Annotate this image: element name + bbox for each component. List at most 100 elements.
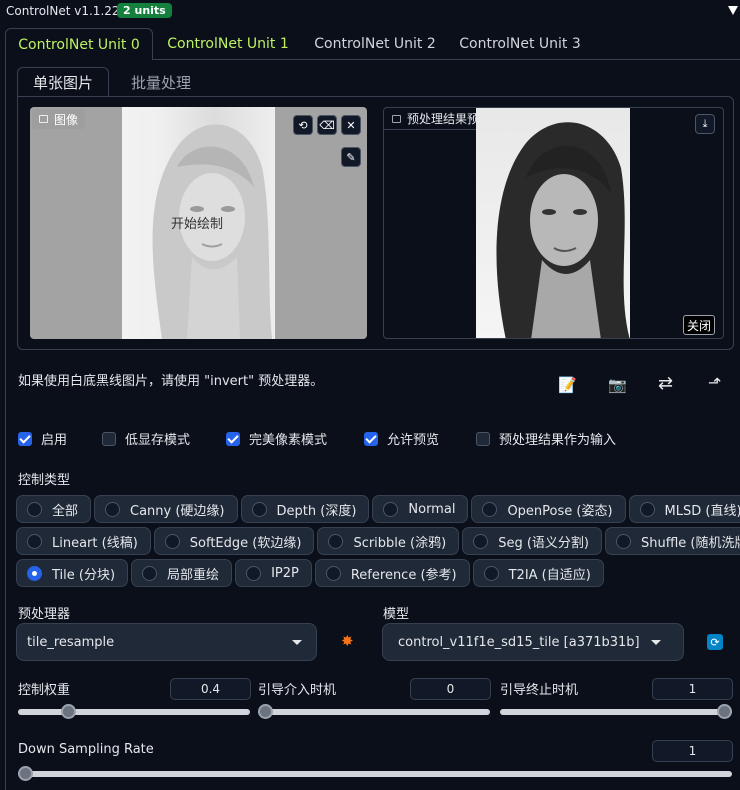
pixel-perfect-checkbox[interactable]	[226, 431, 240, 446]
checkbox-lowvram[interactable]: 低显存模式	[102, 429, 190, 448]
radio-mlsd[interactable]: MLSD (直线)	[628, 495, 740, 523]
weight-value[interactable]: 0.4	[170, 678, 251, 700]
weight-slider-thumb[interactable]	[61, 704, 76, 719]
refresh-icon[interactable]: ⟳	[707, 634, 723, 650]
radio-canny[interactable]: Canny (硬边缘)	[94, 495, 238, 523]
radio-dot	[325, 565, 341, 581]
radio-label: Reference (参考)	[350, 567, 457, 583]
units-badge: 2 units	[117, 3, 172, 18]
radio-label: Depth (深度)	[276, 503, 357, 519]
radio-dot	[164, 533, 180, 549]
preprocessor-value: tile_resample	[27, 634, 115, 650]
start-slider[interactable]	[258, 704, 490, 719]
end-slider[interactable]	[500, 704, 732, 719]
eraser-icon[interactable]: ⌫	[317, 115, 337, 135]
tab-unit-0[interactable]: ControlNet Unit 0	[5, 28, 153, 60]
preprocessor-select[interactable]: tile_resample	[16, 623, 317, 661]
radio-dot	[142, 565, 158, 581]
radio-inpaint[interactable]: 局部重绘	[131, 559, 233, 587]
download-icon[interactable]: ⤓	[695, 114, 715, 134]
end-value[interactable]: 1	[652, 678, 733, 700]
invert-hint: 如果使用白底黑线图片，请使用 "invert" 预处理器。	[18, 374, 324, 389]
notepad-icon[interactable]: 📝	[558, 376, 577, 394]
tab-unit-1-label: ControlNet Unit 1	[167, 36, 289, 52]
radio-dot	[27, 533, 42, 549]
radio-label: Scribble (涂鸦)	[353, 535, 447, 551]
start-slider-thumb[interactable]	[258, 704, 273, 719]
radio-all[interactable]: 全部	[16, 495, 92, 523]
preview-close-button[interactable]: 关闭	[683, 315, 716, 335]
input-label: 图像	[54, 112, 79, 127]
send-icon[interactable]: ⬏	[708, 373, 721, 392]
tab-unit-3[interactable]: ControlNet Unit 3	[450, 28, 590, 60]
radio-dot	[483, 565, 499, 581]
radio-ip2p[interactable]: IP2P	[235, 559, 312, 587]
radio-label: T2IA (自适应)	[508, 567, 591, 583]
header: ControlNet v1.1.224 2 units	[0, 0, 740, 26]
checkbox-enable[interactable]: 启用	[18, 429, 67, 448]
allow-preview-checkbox[interactable]	[364, 431, 378, 446]
radio-label: Normal	[408, 501, 456, 517]
tab-batch[interactable]: 批量处理	[116, 67, 206, 97]
radio-softedge[interactable]: SoftEdge (软边缘)	[153, 527, 315, 555]
radio-label: Seg (语义分割)	[498, 535, 589, 551]
close-icon[interactable]: ✕	[341, 115, 361, 135]
radio-dot	[251, 501, 267, 517]
preview-photo	[476, 108, 630, 338]
end-label: 引导终止时机	[500, 683, 579, 698]
enable-checkbox[interactable]	[18, 431, 32, 446]
end-slider-thumb[interactable]	[717, 704, 732, 719]
control-type-group: 全部 Canny (硬边缘) Depth (深度) Normal OpenPos…	[16, 495, 740, 591]
preview-as-input-label: 预处理结果作为输入	[499, 433, 617, 448]
portrait-photo	[496, 122, 630, 338]
preprocessor-label: 预处理器	[18, 607, 71, 622]
brush-icon[interactable]: ✎	[341, 147, 361, 167]
start-drawing-text: 开始绘制	[171, 217, 224, 232]
radio-dot	[615, 533, 631, 549]
tab-unit-1[interactable]: ControlNet Unit 1	[158, 28, 298, 60]
chevron-down-icon	[651, 639, 661, 645]
input-image-panel[interactable]: 图像 开始绘制 ⟲ ⌫ ✕ ✎	[30, 107, 367, 339]
undo-icon[interactable]: ⟲	[293, 115, 313, 135]
camera-icon[interactable]: 📷	[608, 376, 627, 394]
radio-dot	[246, 565, 262, 581]
swap-icon[interactable]: ⇄	[658, 373, 673, 394]
radio-reference[interactable]: Reference (参考)	[314, 559, 470, 587]
downsample-label: Down Sampling Rate	[18, 742, 154, 757]
radio-tile[interactable]: Tile (分块)	[16, 559, 129, 587]
downsample-slider-thumb[interactable]	[18, 766, 33, 781]
model-select[interactable]: control_v11f1e_sd15_tile [a371b31b]	[382, 623, 684, 661]
lowvram-checkbox[interactable]	[102, 431, 116, 446]
radio-seg[interactable]: Seg (语义分割)	[462, 527, 602, 555]
chevron-down-icon	[292, 639, 302, 645]
downsample-value[interactable]: 1	[652, 740, 733, 762]
radio-label: Lineart (线稿)	[52, 535, 138, 551]
radio-lineart[interactable]: Lineart (线稿)	[16, 527, 151, 555]
radio-openpose[interactable]: OpenPose (姿态)	[471, 495, 626, 523]
tab-unit-2[interactable]: ControlNet Unit 2	[305, 28, 445, 60]
radio-t2ia[interactable]: T2IA (自适应)	[472, 559, 604, 587]
tab-batch-label: 批量处理	[130, 73, 191, 92]
radio-label: OpenPose (姿态)	[507, 503, 613, 519]
radio-label: Canny (硬边缘)	[130, 503, 225, 519]
weight-slider[interactable]	[18, 704, 250, 719]
collapse-triangle-icon[interactable]	[728, 6, 738, 15]
radio-dot	[482, 501, 498, 517]
radio-normal[interactable]: Normal	[372, 495, 469, 523]
preview-close-label: 关闭	[687, 318, 712, 333]
run-preprocessor-icon[interactable]: ✸	[341, 632, 354, 650]
checkbox-allow-preview[interactable]: 允许预览	[364, 429, 439, 448]
radio-dot	[328, 533, 344, 549]
checkbox-preview-as-input[interactable]: 预处理结果作为输入	[476, 429, 616, 448]
preview-as-input-checkbox[interactable]	[476, 431, 490, 446]
downsample-slider[interactable]	[18, 766, 732, 781]
radio-depth[interactable]: Depth (深度)	[240, 495, 370, 523]
radio-shuffle[interactable]: Shuffle (随机洗牌)	[604, 527, 740, 555]
tab-single-image[interactable]: 单张图片	[17, 67, 109, 97]
checkbox-pixel-perfect[interactable]: 完美像素模式	[226, 429, 327, 448]
radio-label: Tile (分块)	[52, 567, 116, 583]
input-label-chip: 图像	[32, 109, 86, 129]
start-value[interactable]: 0	[410, 678, 491, 700]
radio-dot	[383, 501, 399, 517]
radio-scribble[interactable]: Scribble (涂鸦)	[317, 527, 460, 555]
